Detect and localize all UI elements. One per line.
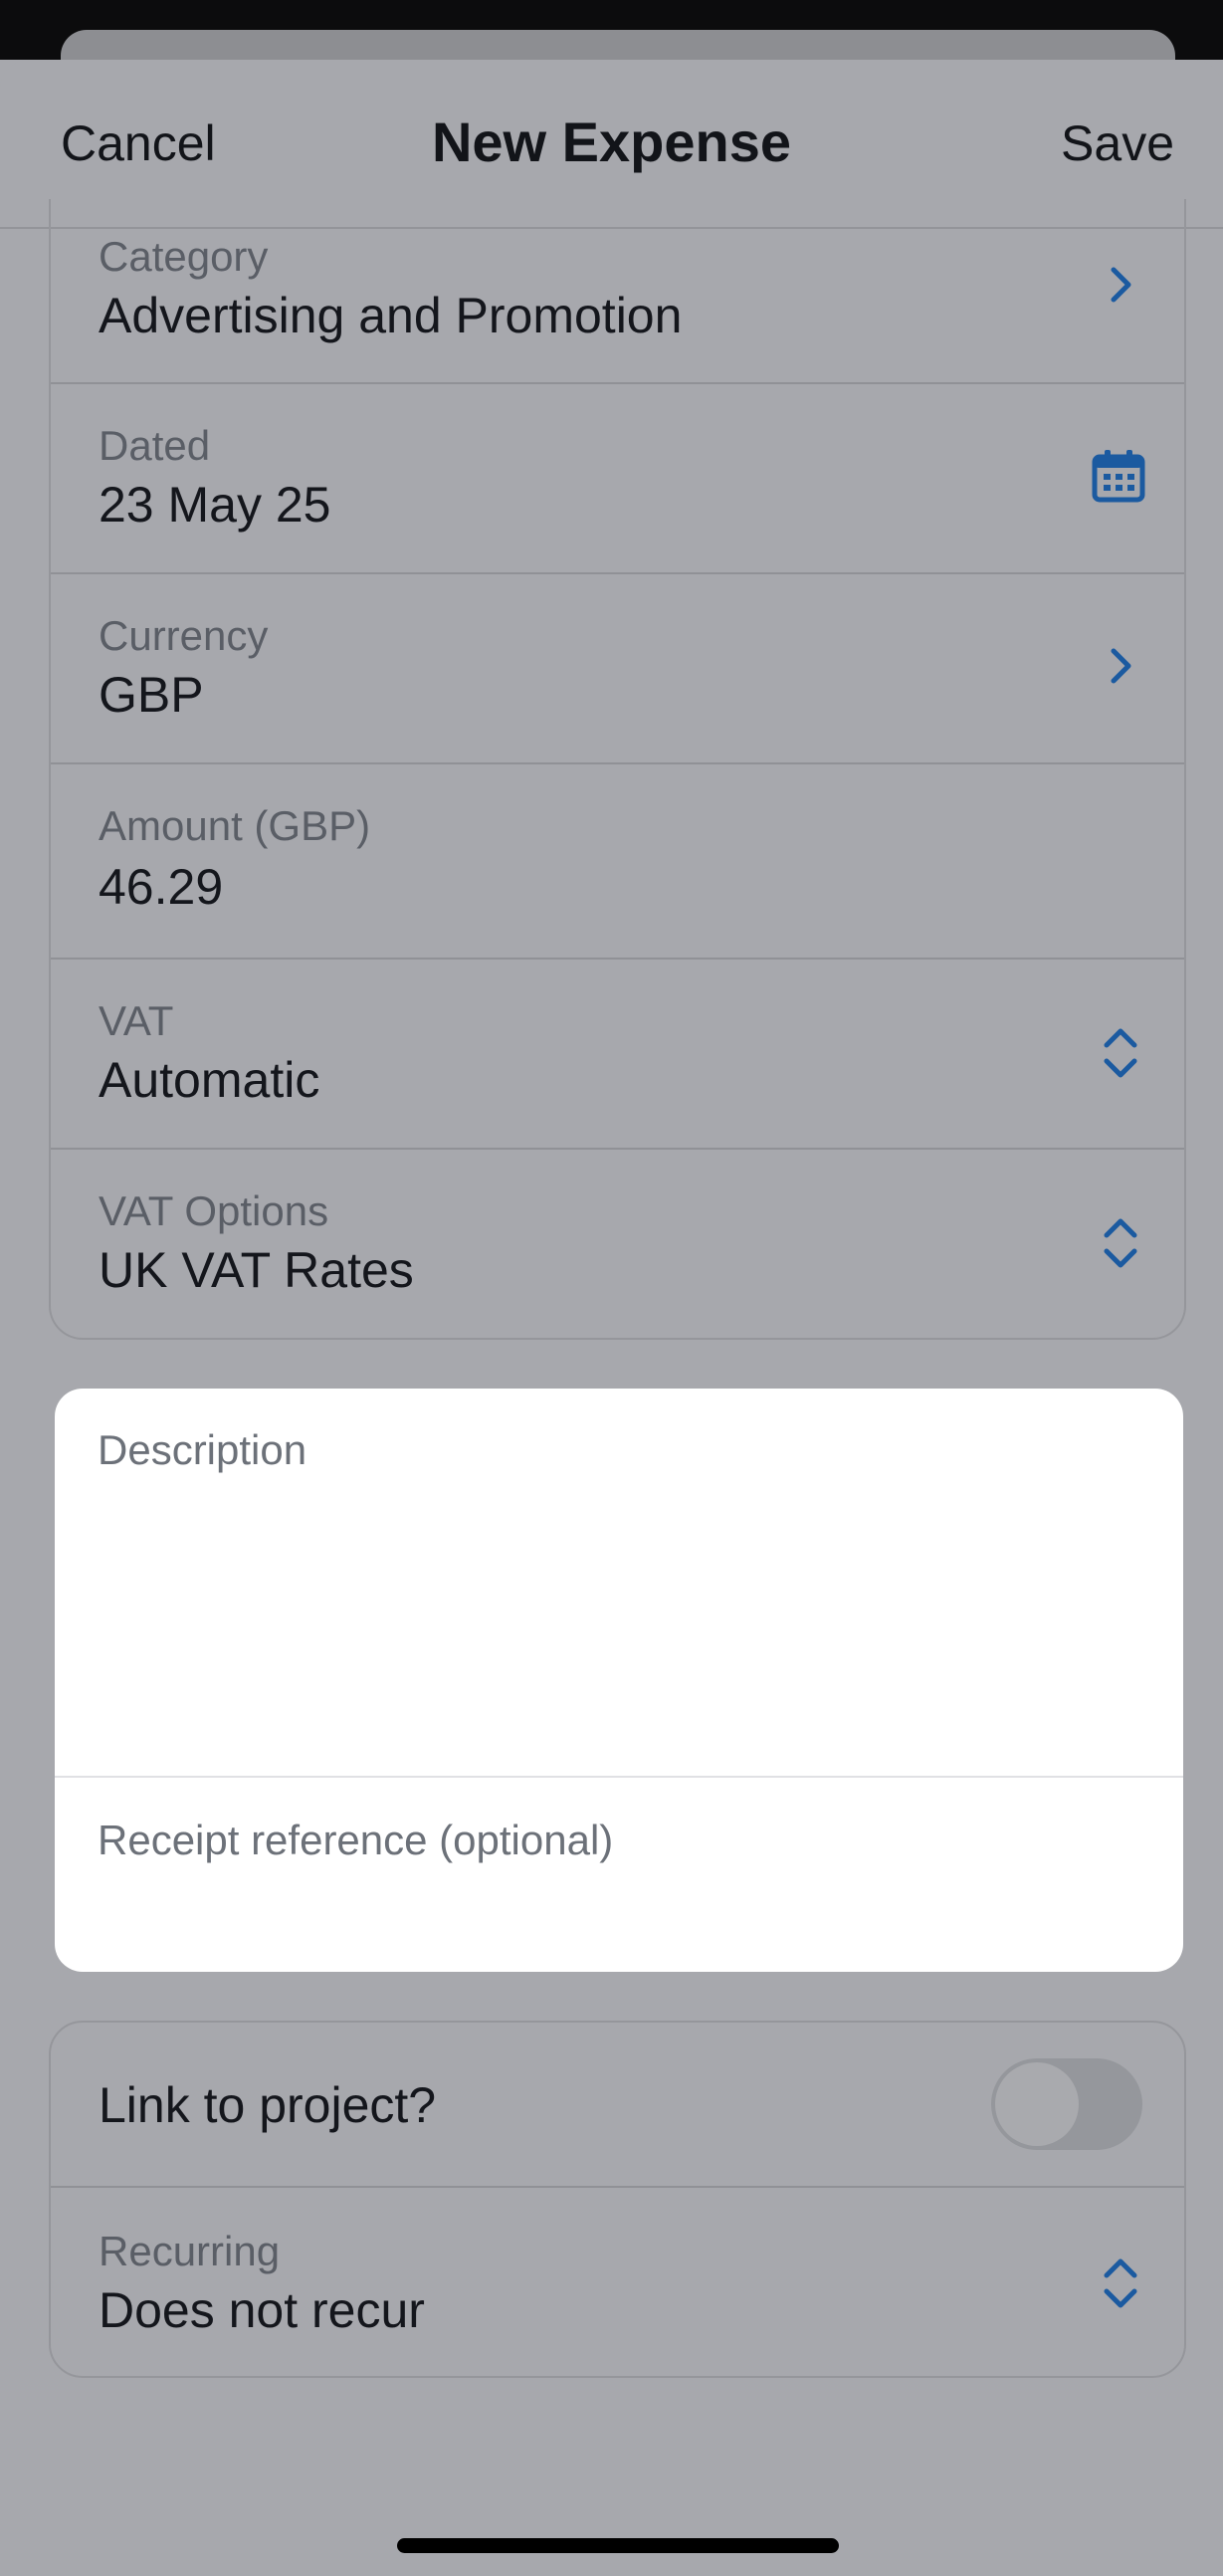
recurring-value: Does not recur <box>99 2282 425 2338</box>
vat-row[interactable]: VAT Automatic <box>51 960 1184 1150</box>
vat-value: Automatic <box>99 1052 320 1108</box>
save-button[interactable]: Save <box>1061 114 1174 172</box>
vat-options-label: VAT Options <box>99 1187 329 1234</box>
receipt-reference-input[interactable]: Receipt reference (optional) <box>98 1817 613 1864</box>
page-title: New Expense <box>431 110 792 173</box>
up-down-chevron-icon <box>1104 1218 1137 1268</box>
up-down-chevron-icon <box>1104 2258 1137 2308</box>
amount-label: Amount (GBP) <box>99 802 371 849</box>
link-project-toggle[interactable] <box>991 2058 1142 2150</box>
dated-row[interactable]: Dated 23 May 25 <box>51 384 1184 574</box>
vat-options-row[interactable]: VAT Options UK VAT Rates <box>51 1150 1184 1338</box>
currency-value: GBP <box>99 667 204 723</box>
category-value: Advertising and Promotion <box>99 288 683 343</box>
category-label: Category <box>99 233 269 280</box>
recurring-label: Recurring <box>99 2228 281 2274</box>
calendar-icon[interactable] <box>1091 448 1146 504</box>
chevron-right-icon <box>1111 267 1131 303</box>
up-down-chevron-icon <box>1104 1028 1137 1078</box>
category-row[interactable]: Category Advertising and Promotion <box>51 199 1184 384</box>
expense-details-group: Category Advertising and Promotion Dated… <box>49 199 1186 1340</box>
description-input[interactable]: Description <box>98 1426 306 1474</box>
link-project-label: Link to project? <box>99 2077 437 2133</box>
vat-label: VAT <box>99 997 174 1044</box>
amount-row[interactable]: Amount (GBP) 46.29 <box>51 764 1184 960</box>
divider <box>55 1776 1183 1778</box>
toggle-knob <box>995 2062 1079 2146</box>
home-indicator[interactable] <box>397 2538 839 2553</box>
vat-options-value: UK VAT Rates <box>99 1242 414 1298</box>
dated-value: 23 May 25 <box>99 477 331 533</box>
link-project-row: Link to project? <box>51 2023 1184 2188</box>
project-group: Link to project? Recurring Does not recu… <box>49 2021 1186 2378</box>
amount-value[interactable]: 46.29 <box>99 858 223 916</box>
recurring-row[interactable]: Recurring Does not recur <box>51 2188 1184 2376</box>
chevron-right-icon <box>1111 648 1131 684</box>
notes-card: Description Receipt reference (optional) <box>55 1389 1183 1972</box>
dated-label: Dated <box>99 422 211 469</box>
currency-label: Currency <box>99 612 269 659</box>
currency-row[interactable]: Currency GBP <box>51 574 1184 764</box>
